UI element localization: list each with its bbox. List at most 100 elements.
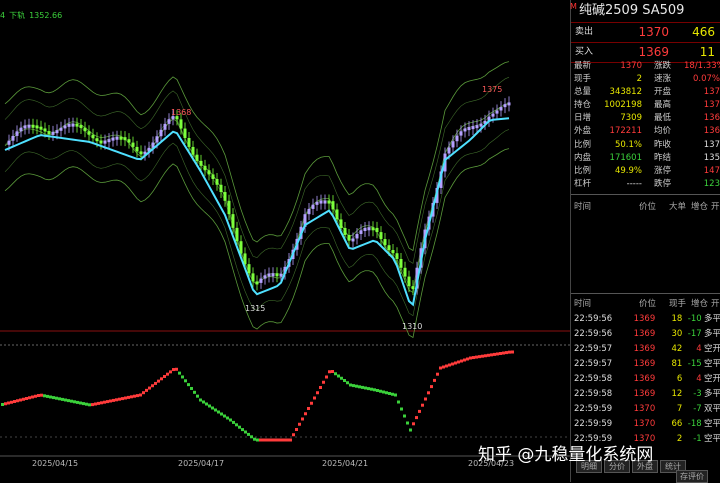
oscillator-bar [67,399,70,403]
stat-label: 均价 [654,126,672,137]
trade-time: 22:59:58 [574,374,613,384]
candle-body [43,128,47,132]
stat-value: 0.07% [692,74,720,85]
oscillator-bar [217,410,220,414]
oscillator-bar [316,391,319,395]
trade-row[interactable]: 22:59:57 1369 42 4 空开 [571,342,720,357]
trade-row[interactable]: 22:59:59 1370 7 -7 双平 [571,402,720,417]
candle-body [87,131,91,135]
oscillator-bar [112,398,115,402]
oscillator-bar [58,397,61,401]
stat-value: ----- [626,178,642,189]
trade-price: 1369 [633,359,656,369]
chart-area[interactable]: 4 下轨 1352.66 1368 1375 1315 1310 2025/04/1… [0,0,570,482]
candle-body [507,102,511,106]
trade-row[interactable]: 22:59:56 1369 18 -10 多平 [571,312,720,327]
trade-row[interactable]: 22:59:58 1369 12 -3 多平 [571,387,720,402]
candle-body [455,135,459,142]
candle-body [119,136,123,140]
candle-body [55,130,59,134]
oscillator-bar [61,397,64,401]
stat-label: 比例 [574,139,592,150]
stat-label: 比例 [574,165,592,176]
stat-value: 7309 [620,113,642,124]
oscillator-bar [202,400,205,404]
candle-body [391,249,395,254]
candle-body [199,160,203,166]
oscillator-bar [337,374,340,378]
m-tag[interactable]: M [570,2,580,12]
trade-row[interactable]: 22:59:56 1369 30 -17 多平 [571,327,720,342]
stat-label: 日增 [574,113,592,124]
candle-body [231,214,235,228]
oscillator-bar [70,399,73,403]
trade-kind: 空开 [704,344,720,354]
oscillator-bar [484,354,487,358]
oscillator-bar [409,428,412,432]
trade-row[interactable]: 22:59:58 1369 6 4 空开 [571,372,720,387]
trade-kind: 空平 [704,359,720,369]
candle-body [327,200,331,204]
date-label-1: 2025/04/15 [32,459,79,468]
column-header: 时间 [574,299,592,309]
oscillator-bar [157,379,160,383]
oscillator-bar [172,368,175,372]
oscillator-bar [313,396,316,400]
candle-body [47,131,51,135]
stat-label: 总量 [574,87,592,98]
candle-body [155,136,159,143]
stat-label: 杠杆 [574,178,592,189]
sell-row[interactable]: 卖出 1370 466 [571,23,720,43]
candle-body [23,125,27,129]
trade-kind: 双平 [704,404,720,414]
oscillator-bar [148,386,151,390]
trade-price: 1370 [633,419,656,429]
candle-body [135,146,139,152]
candle-body [451,141,455,148]
oscillator-bar [97,401,100,405]
corner-button[interactable]: 存评价 [676,470,708,483]
oscillator-bar [292,433,295,437]
trade-row[interactable]: 22:59:59 1370 66 -18 空平 [571,417,720,432]
candle-body [7,140,11,145]
oscillator-bar [208,404,211,408]
candle-body [307,208,311,215]
oscillator-bar [232,420,235,424]
oscillator-bar [271,438,274,442]
trade-chg: -1 [693,434,702,444]
oscillator-bar [118,397,121,401]
candle-body [395,253,399,259]
trade-chg: 4 [696,374,702,384]
oscillator-bar [307,407,310,410]
trade-time: 22:59:57 [574,359,613,369]
trade-chg: -15 [687,359,702,369]
oscillator-bar [40,393,43,397]
trade-kind: 多平 [704,389,720,399]
watermark: 知乎 @九稳量化系统网 [478,445,654,465]
candle-body [195,154,199,161]
candle-body [203,165,207,171]
stat-label: 昨收 [654,139,672,150]
stats-row: 最新 1370 涨跌 18/1.33% [571,60,720,73]
trade-list[interactable]: 22:59:56 1369 18 -10 多平 22:59:56 1369 30 -17 多平 22… [571,312,720,447]
price-chart[interactable] [0,0,570,482]
candle-body [403,267,407,277]
oscillator-bar [22,397,25,401]
trade-qty: 7 [676,404,683,414]
oscillator-bar [511,350,514,354]
oscillator-bar [175,367,178,371]
stat-label: 涨停 [654,165,672,176]
stat-value: 2 [636,74,642,85]
oscillator-bar [109,399,112,403]
oscillator-bar [88,403,91,407]
oscillator-bar [244,430,247,434]
oscillator-bar [283,438,286,442]
trade-qty: 2 [676,434,683,444]
stat-value: 172211 [609,126,642,137]
trade-row[interactable]: 22:59:57 1369 81 -15 空平 [571,357,720,372]
oscillator-bar [13,400,16,403]
oscillator-bar [184,379,187,383]
candle-body [399,258,403,268]
candle-body [411,286,415,290]
oscillator-bar [331,370,334,373]
